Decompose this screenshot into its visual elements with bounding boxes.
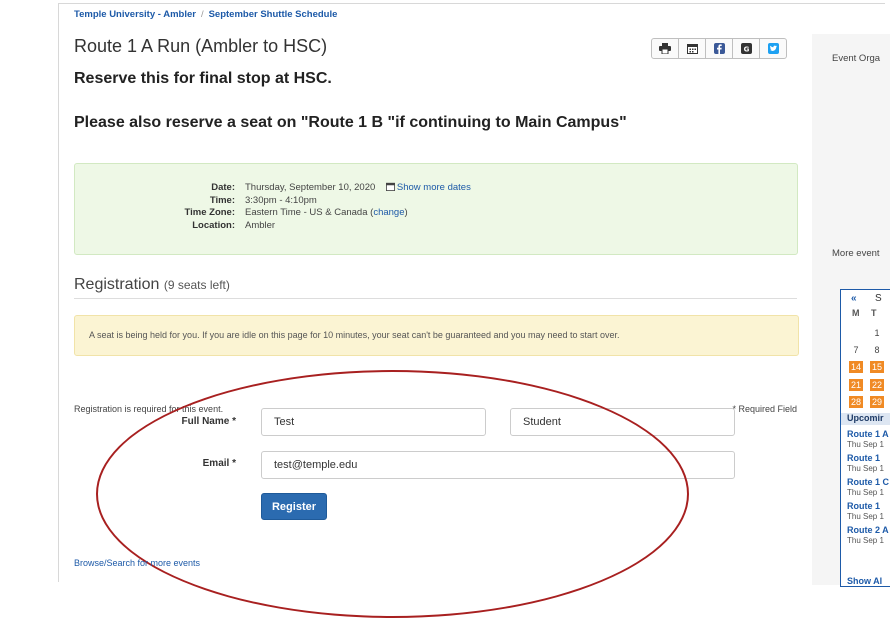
upcoming-event-link[interactable]: Route 2 A [847,525,889,535]
mini-calendar: « S M T 1 7 8 14 15 21 22 28 29 Upcomir … [840,289,890,587]
breadcrumb: Temple University - Ambler / September Shu… [74,9,337,20]
registration-heading: Registration (9 seats left) [74,276,230,294]
event-info-box: Date: Thursday, September 10, 2020 Show … [74,163,798,255]
registration-required-note: Registration is required for this event. [74,404,224,414]
divider [74,298,797,299]
upcoming-event-link[interactable]: Route 1 [847,501,880,511]
facebook-share-button[interactable] [705,38,733,59]
timezone-paren-close: ) [404,207,408,218]
upcoming-header: Upcomir [841,413,890,425]
location-value: Ambler [245,220,276,231]
add-to-calendar-button[interactable] [678,38,706,59]
calendar-day-highlighted[interactable]: 28 [849,396,863,408]
upcoming-event-date: Thu Sep 1 [847,440,884,449]
calendar-day[interactable]: 8 [870,344,884,356]
event-note-route-1b: Please also reserve a seat on "Route 1 B… [74,114,627,131]
last-name-input[interactable] [510,408,735,436]
browse-events-link[interactable]: Browse/Search for more events [74,558,200,568]
calendar-day-highlighted[interactable]: 15 [870,361,884,373]
seat-hold-text: A seat is being held for you. If you are… [89,330,620,340]
breadcrumb-current-link[interactable]: September Shuttle Schedule [209,9,338,20]
date-value: Thursday, September 10, 2020 Show more d… [245,182,471,193]
event-organizer-label: Event Orga [832,53,881,64]
upcoming-event-link[interactable]: Route 1 [847,453,880,463]
upcoming-event-date: Thu Sep 1 [847,488,884,497]
calendar-day-highlighted[interactable]: 21 [849,379,863,391]
time-label: Time: [209,195,235,206]
print-button[interactable] [651,38,679,59]
time-value: 3:30pm - 4:10pm [245,195,317,206]
calendar-prev-button[interactable]: « [851,293,857,304]
upcoming-event-link[interactable]: Route 1 A [847,429,889,439]
date-text: Thursday, September 10, 2020 [245,182,376,193]
upcoming-event-date: Thu Sep 1 [847,536,884,545]
google-icon: G [740,43,752,54]
email-input[interactable] [261,451,735,479]
event-note-final-stop: Reserve this for final stop at HSC. [74,70,332,87]
upcoming-event-date: Thu Sep 1 [847,512,884,521]
calendar-dow-tue: T [871,308,877,318]
calendar-day-highlighted[interactable]: 29 [870,396,884,408]
calendar-dow-mon: M [852,308,860,318]
print-icon [659,43,671,54]
calendar-icon [686,44,698,54]
seat-hold-notice: A seat is being held for you. If you are… [74,315,799,356]
timezone-change-link[interactable]: change [373,207,404,218]
registration-title: Registration [74,276,160,293]
share-toolbar: G [651,38,787,59]
breadcrumb-home-link[interactable]: Temple University - Ambler [74,9,196,20]
show-more-dates-link[interactable]: Show more dates [385,182,471,193]
calendar-day[interactable]: 7 [849,344,863,356]
twitter-icon [767,43,779,54]
timezone-label: Time Zone: [184,207,236,218]
location-label: Location: [192,220,235,231]
breadcrumb-separator: / [200,9,204,20]
calendar-day[interactable]: 1 [870,327,884,339]
first-name-input[interactable] [261,408,486,436]
date-label: Date: [211,182,235,193]
email-label: Email * [202,458,236,469]
full-name-label: Full Name * [181,416,236,427]
upcoming-event-link[interactable]: Route 1 C [847,477,889,487]
svg-text:G: G [743,45,749,53]
page-title: Route 1 A Run (Ambler to HSC) [74,36,328,56]
calendar-day-highlighted[interactable]: 22 [870,379,884,391]
calendar-month: S [875,293,882,304]
show-more-dates-text: Show more dates [396,182,471,193]
facebook-icon [713,43,725,54]
calendar-small-icon [385,182,395,191]
upcoming-event-date: Thu Sep 1 [847,464,884,473]
timezone-value: Eastern Time - US & Canada (change) [245,207,408,218]
calendar-day-highlighted[interactable]: 14 [849,361,863,373]
more-events-label: More event [832,248,880,259]
timezone-text: Eastern Time - US & Canada [245,207,368,218]
twitter-share-button[interactable] [759,38,787,59]
google-share-button[interactable]: G [732,38,760,59]
seats-left: (9 seats left) [163,278,230,292]
register-button[interactable]: Register [261,493,327,520]
